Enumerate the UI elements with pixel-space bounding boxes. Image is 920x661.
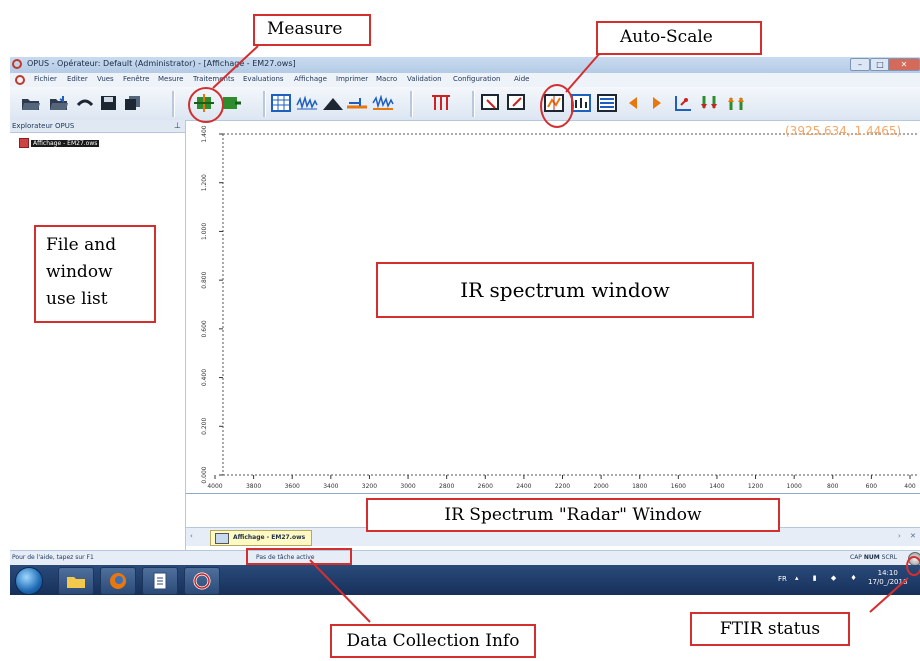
callout-data-collection-info-text: Data Collection Info — [346, 631, 520, 651]
auto-scale-highlight-ring — [540, 84, 574, 128]
callout-file-list-line2: window — [46, 262, 113, 282]
callout-auto-scale: Auto-Scale — [596, 21, 762, 55]
callout-ir-spectrum-window: IR spectrum window — [376, 262, 754, 318]
measure-highlight-ring — [188, 87, 224, 123]
callout-measure-text: Measure — [267, 19, 343, 39]
callout-ftir-status: FTIR status — [690, 612, 850, 646]
callout-measure: Measure — [253, 14, 371, 46]
callout-file-list-line3: use list — [46, 289, 108, 309]
callout-radar-window-text: IR Spectrum "Radar" Window — [444, 505, 702, 525]
callout-data-collection-info: Data Collection Info — [330, 624, 536, 658]
callout-auto-scale-text: Auto-Scale — [620, 27, 713, 47]
callout-radar-window: IR Spectrum "Radar" Window — [366, 498, 780, 532]
callout-ir-spectrum-window-text: IR spectrum window — [460, 278, 670, 302]
callout-file-list: File and window use list — [34, 225, 156, 323]
ftir-status-highlight-ring — [906, 556, 920, 576]
callout-ftir-status-text: FTIR status — [719, 619, 821, 639]
annotation-leader-lines — [212, 45, 909, 623]
callout-file-list-line1: File and — [46, 235, 117, 255]
data-collection-highlight-box — [246, 548, 352, 565]
